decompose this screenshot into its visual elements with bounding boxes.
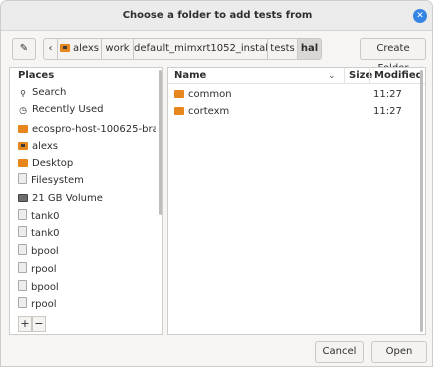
file-name-cell: cortexm [174, 103, 229, 120]
place-item-desktop[interactable]: Desktop [10, 155, 156, 172]
places-footer: + − [10, 316, 162, 334]
place-item-bpool[interactable]: bpool [10, 243, 156, 260]
home-folder-icon [59, 44, 70, 52]
title-bar: Choose a folder to add tests from ✕ [1, 1, 432, 31]
place-label: bpool [31, 246, 59, 257]
edit-location-button[interactable]: ✎ [12, 38, 36, 60]
places-scrollbar[interactable] [159, 70, 162, 215]
places-header: Places [18, 70, 55, 81]
folder-icon [174, 90, 184, 98]
path-crumb-install[interactable]: default_mimxrt1052_install [133, 38, 271, 60]
pencil-icon: ✎ [19, 43, 29, 54]
desktop-folder-icon [18, 159, 28, 167]
drive-icon [18, 297, 27, 308]
file-name: common [188, 89, 232, 100]
place-label: Filesystem [31, 175, 84, 186]
crumb-label: work [105, 43, 130, 54]
place-label: tank0 [31, 211, 60, 222]
file-modified-cell: 11:27 [373, 89, 402, 100]
place-item-rpool[interactable]: rpool [10, 296, 156, 313]
path-crumb-work[interactable]: work [101, 38, 134, 60]
drive-icon [18, 244, 27, 255]
place-label: rpool [31, 264, 57, 275]
file-list: Name ⌄ Size Modified common 11:27 cortex… [167, 67, 426, 335]
place-label: Desktop [32, 158, 74, 169]
drive-icon [18, 173, 27, 184]
place-label: ecospro-host-100625-bra... [32, 124, 156, 135]
chevron-left-icon: ‹ [48, 43, 53, 54]
path-crumb-alexs[interactable]: alexs [57, 38, 102, 60]
file-list-scrollbar[interactable] [420, 70, 423, 332]
file-chooser-dialog: Choose a folder to add tests from ✕ ✎ ‹ … [0, 0, 433, 367]
drive-icon [18, 209, 27, 220]
drive-icon [18, 280, 27, 291]
drive-icon [18, 226, 27, 237]
crumb-label: alexs [72, 43, 99, 54]
sort-chevron-icon[interactable]: ⌄ [328, 68, 336, 84]
column-size-header[interactable]: Size [344, 68, 372, 84]
place-item-tank0[interactable]: tank0 [10, 208, 156, 225]
file-modified-cell: 11:27 [373, 106, 402, 117]
place-item-21gb-volume[interactable]: 21 GB Volume [10, 190, 156, 207]
cancel-button[interactable]: Cancel [315, 341, 364, 363]
column-header-row: Name ⌄ Size Modified [168, 68, 425, 84]
places-sidebar: Places ⚲ Search ◷ Recently Used ecospro-ho… [9, 67, 163, 335]
path-crumb-tests[interactable]: tests [267, 38, 298, 60]
place-label: bpool [31, 282, 59, 293]
toolbar: ✎ ‹ alexs work default_mimxrt1052_instal… [1, 31, 432, 74]
path-back-button[interactable]: ‹ [43, 38, 58, 60]
place-item-search[interactable]: ⚲ Search [10, 84, 156, 101]
folder-icon [18, 125, 28, 133]
place-item-alexs[interactable]: alexs [10, 138, 156, 155]
crumb-label: default_mimxrt1052_install [134, 43, 271, 54]
search-icon: ⚲ [20, 89, 26, 98]
drive-icon [18, 262, 27, 273]
remove-bookmark-button[interactable]: − [32, 316, 46, 332]
place-label: Search [32, 87, 67, 98]
column-name-header[interactable]: Name [174, 68, 206, 84]
place-label: 21 GB Volume [32, 193, 103, 204]
crumb-label: tests [270, 43, 295, 54]
place-label: rpool [31, 299, 57, 310]
file-name: cortexm [188, 106, 230, 117]
place-item-rpool[interactable]: rpool [10, 261, 156, 278]
add-bookmark-button[interactable]: + [18, 316, 32, 332]
folder-icon [174, 107, 184, 115]
file-name-cell: common [174, 86, 232, 103]
place-item-recently-used[interactable]: ◷ Recently Used [10, 101, 156, 118]
table-row[interactable]: common 11:27 [168, 86, 418, 103]
table-row[interactable]: cortexm 11:27 [168, 103, 418, 120]
dialog-title: Choose a folder to add tests from [122, 10, 313, 21]
disk-icon [18, 194, 28, 202]
place-label: Recently Used [32, 104, 104, 115]
place-item-tank0[interactable]: tank0 [10, 225, 156, 242]
clock-icon: ◷ [19, 106, 27, 116]
home-folder-icon [18, 142, 28, 150]
open-button[interactable]: Open [371, 341, 427, 363]
place-label: tank0 [31, 228, 60, 239]
column-modified-header[interactable]: Modified [369, 68, 423, 84]
place-item-filesystem[interactable]: Filesystem [10, 172, 156, 189]
crumb-label: hal [300, 43, 319, 54]
place-item-ecospro-host[interactable]: ecospro-host-100625-bra... [10, 121, 156, 138]
close-button[interactable]: ✕ [413, 9, 427, 23]
place-item-bpool[interactable]: bpool [10, 279, 156, 296]
create-folder-button[interactable]: Create Folder [360, 38, 426, 74]
path-crumb-hal[interactable]: hal [297, 38, 322, 60]
place-label: alexs [32, 141, 59, 152]
